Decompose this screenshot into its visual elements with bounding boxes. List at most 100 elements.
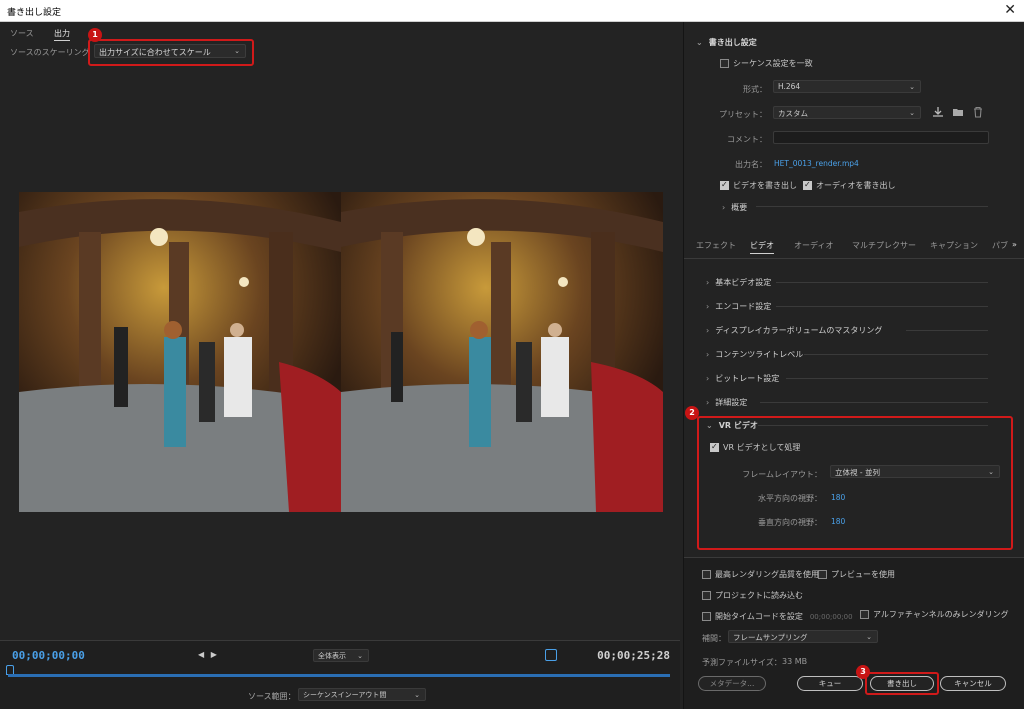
comment-label: コメント：: [727, 135, 767, 144]
step-forward-icon[interactable]: ▶: [211, 650, 217, 659]
section-encode[interactable]: › エンコード設定: [706, 301, 771, 312]
tab-publish[interactable]: パブ: [992, 240, 1008, 251]
summary-label: 概要: [731, 203, 748, 212]
max-render-quality-box: [702, 570, 711, 579]
source-range-value: シーケンスインーアウト間: [303, 691, 387, 699]
chevron-down-icon: ⌄: [357, 652, 363, 660]
export-audio-label: オーディオを書き出し: [816, 181, 896, 190]
callout-badge-2: 2: [685, 406, 699, 420]
delete-preset-icon[interactable]: [972, 106, 984, 118]
import-into-project-box: [702, 591, 711, 600]
timeline-bar: 00;00;00;00 ◀ ▶ 全体表示 ⌄ 00;00;25;28 ソース範囲…: [0, 640, 680, 709]
set-start-timecode-box: [702, 612, 711, 621]
section-advanced[interactable]: › 詳細設定: [706, 397, 747, 408]
divider: [760, 402, 988, 403]
chevron-down-icon: ⌄: [414, 691, 420, 699]
render-options-panel: 最高レンダリング品質を使用 プレビューを使用 プロジェクトに読み込む 開始タイム…: [684, 557, 1024, 709]
format-label: 形式：: [743, 85, 767, 94]
render-alpha-only-box: [860, 610, 869, 619]
tab-captions[interactable]: キャプション: [930, 240, 978, 251]
step-back-icon[interactable]: ◀: [198, 650, 204, 659]
video-preview: [19, 192, 663, 512]
queue-button[interactable]: キュー: [797, 676, 863, 691]
use-previews-checkbox[interactable]: プレビューを使用: [818, 569, 895, 580]
window-title: 書き出し設定: [7, 8, 62, 18]
section-bitrate-label: ビットレート設定: [715, 374, 780, 383]
export-settings-header[interactable]: ⌄ 書き出し設定: [696, 37, 757, 48]
max-render-quality-checkbox[interactable]: 最高レンダリング品質を使用: [702, 569, 819, 580]
divider: [804, 354, 988, 355]
section-color-volume[interactable]: › ディスプレイカラーボリュームのマスタリング: [706, 325, 882, 336]
settings-tabs: エフェクト ビデオ オーディオ マルチプレクサー キャプション パブ »: [684, 240, 1024, 254]
tab-audio[interactable]: オーディオ: [794, 240, 833, 251]
chevron-right-icon: ›: [706, 374, 710, 383]
more-tabs-icon[interactable]: »: [1012, 240, 1017, 249]
render-alpha-only-label: アルファチャンネルのみレンダリング: [873, 610, 1009, 619]
import-into-project-checkbox[interactable]: プロジェクトに読み込む: [702, 590, 803, 601]
chevron-right-icon: ›: [706, 398, 710, 407]
settings-panel: ⌄ 書き出し設定 シーケンス設定を一致 形式： H.264 ⌄ プリセット： カス…: [683, 22, 1024, 709]
output-name-link[interactable]: HET_0013_render.mp4: [774, 159, 859, 168]
set-start-timecode-checkbox[interactable]: 開始タイムコードを設定 00;00;00;00: [702, 611, 853, 622]
export-settings-window: 書き出し設定 ✕ ソース 出力 ソースのスケーリング 出力サイズに合わせてスケー…: [0, 0, 1024, 709]
chevron-right-icon: ›: [706, 278, 710, 287]
timecode-out: 00;00;25;28: [597, 649, 670, 662]
zoom-fit-select[interactable]: 全体表示 ⌄: [313, 649, 369, 662]
tab-source[interactable]: ソース: [10, 28, 34, 39]
import-preset-icon[interactable]: [952, 106, 964, 118]
chevron-down-icon: ⌄: [909, 109, 915, 117]
source-range-label: ソース範囲：: [248, 692, 296, 701]
export-settings-title: 書き出し設定: [708, 38, 757, 47]
tab-video[interactable]: ビデオ: [750, 240, 774, 254]
section-basic-video[interactable]: › 基本ビデオ設定: [706, 277, 771, 288]
start-timecode-value: 00;00;00;00: [809, 612, 853, 621]
source-scaling-label: ソースのスケーリング: [10, 48, 90, 57]
divider: [684, 258, 1024, 259]
step-buttons: ◀ ▶: [198, 650, 217, 659]
format-select[interactable]: H.264 ⌄: [773, 80, 921, 93]
preset-value: カスタム: [778, 109, 808, 118]
output-name-label: 出力名：: [735, 160, 767, 169]
metadata-button[interactable]: メタデータ...: [698, 676, 766, 691]
use-previews-box: [818, 570, 827, 579]
render-alpha-only-checkbox[interactable]: アルファチャンネルのみレンダリング: [860, 609, 1009, 620]
tab-effects[interactable]: エフェクト: [696, 240, 736, 251]
chevron-right-icon: ›: [706, 350, 710, 359]
tab-multiplexer[interactable]: マルチプレクサー: [852, 240, 916, 251]
save-preset-icon[interactable]: [932, 106, 944, 118]
export-audio-checkbox[interactable]: オーディオを書き出し: [803, 180, 895, 191]
preset-label: プリセット：: [719, 110, 767, 119]
chevron-right-icon: ›: [722, 203, 726, 212]
source-range-select[interactable]: シーケンスインーアウト間 ⌄: [298, 688, 426, 701]
section-bitrate[interactable]: › ビットレート設定: [706, 373, 779, 384]
import-into-project-label: プロジェクトに読み込む: [715, 591, 803, 600]
cancel-button[interactable]: キャンセル: [940, 676, 1006, 691]
preview-image-right-eye: [341, 192, 663, 512]
comment-input[interactable]: [773, 131, 989, 144]
preview-image-left-eye: [19, 192, 341, 512]
section-content-light[interactable]: › コンテンツライトレベル: [706, 349, 803, 360]
export-video-checkbox[interactable]: ビデオを書き出し: [720, 180, 797, 191]
preset-select[interactable]: カスタム ⌄: [773, 106, 921, 119]
timeline-track[interactable]: [8, 674, 670, 677]
estimated-size-value: 33 MB: [782, 657, 808, 666]
section-content-light-label: コンテンツライトレベル: [715, 350, 804, 359]
export-video-box: [720, 180, 729, 190]
divider: [776, 306, 988, 307]
close-icon[interactable]: ✕: [1004, 2, 1016, 18]
divider: [756, 206, 988, 207]
timecode-in[interactable]: 00;00;00;00: [12, 649, 85, 662]
use-previews-label: プレビューを使用: [831, 570, 895, 579]
callout-badge-1: 1: [88, 28, 102, 42]
aspect-ratio-icon[interactable]: [545, 649, 557, 661]
export-audio-box: [803, 180, 812, 190]
divider: [906, 330, 988, 331]
match-sequence-checkbox[interactable]: シーケンス設定を一致: [720, 58, 813, 69]
summary-section[interactable]: › 概要: [722, 202, 747, 213]
chevron-down-icon: ⌄: [696, 38, 703, 47]
estimated-size-label: 予測ファイルサイズ：: [702, 658, 782, 667]
tab-output[interactable]: 出力: [54, 28, 70, 41]
preview-panel: ソース 出力 ソースのスケーリング 出力サイズに合わせてスケール ⌄ 00;00…: [0, 22, 680, 709]
format-value: H.264: [778, 82, 801, 91]
interpolation-select[interactable]: フレームサンプリング ⌄: [728, 630, 878, 643]
